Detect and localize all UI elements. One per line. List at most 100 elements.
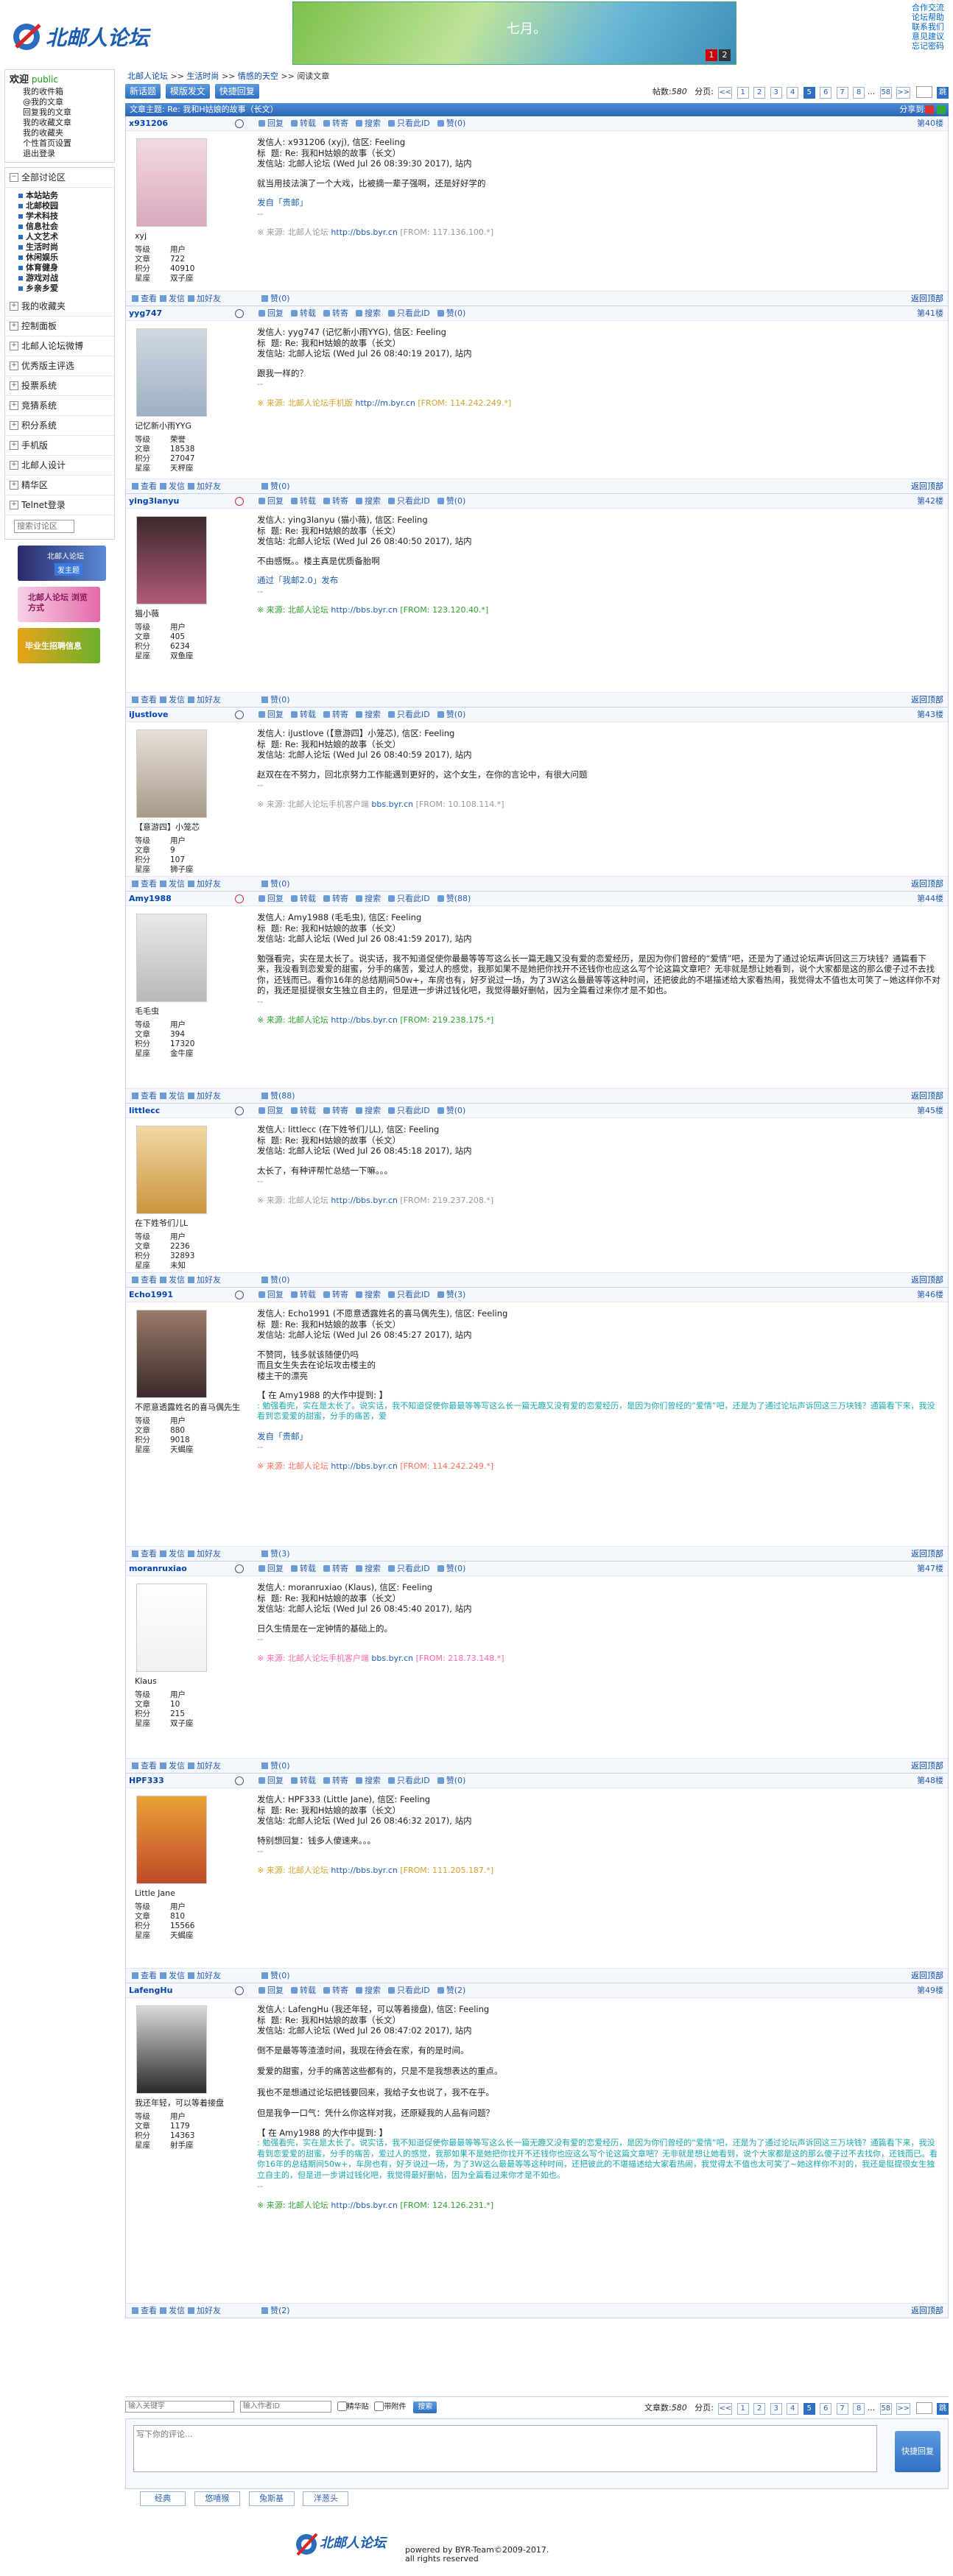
nav-mobile[interactable]: 手机版 bbox=[5, 436, 114, 456]
page-last[interactable]: >> bbox=[896, 87, 910, 99]
mail-forward-button[interactable]: 转寄 bbox=[323, 308, 348, 318]
nav-digest[interactable]: 精华区 bbox=[5, 476, 114, 495]
page-link[interactable]: 2 bbox=[753, 2403, 766, 2415]
page-link[interactable]: 58 bbox=[879, 87, 892, 99]
board-link[interactable]: 北邮校园 bbox=[5, 201, 114, 211]
nav-points[interactable]: 积分系统 bbox=[5, 416, 114, 436]
emoticon-tab[interactable]: 悠嘻猴 bbox=[194, 2491, 240, 2506]
search-button[interactable]: 搜索 bbox=[356, 496, 381, 506]
crumb-board[interactable]: 情感的天空 bbox=[238, 71, 278, 81]
reply-button[interactable]: 回复 bbox=[259, 496, 284, 506]
avatar[interactable] bbox=[136, 138, 207, 227]
site-logo[interactable]: 北邮人论坛 bbox=[10, 16, 150, 57]
template-post-button[interactable]: 模版发文 bbox=[165, 84, 210, 99]
mail-forward-button[interactable]: 转寄 bbox=[323, 119, 348, 128]
nav-moderator-vote[interactable]: 优秀版主评选 bbox=[5, 356, 114, 376]
top-link[interactable]: 论坛帮助 bbox=[912, 13, 952, 22]
nav-telnet[interactable]: Telnet登录 bbox=[5, 495, 114, 515]
post-author-id[interactable]: moranruxiao bbox=[129, 1562, 187, 1576]
forward-button[interactable]: 转载 bbox=[291, 308, 316, 318]
add-friend-button[interactable]: 加好友 bbox=[185, 2306, 221, 2315]
page-link[interactable]: 6 bbox=[820, 87, 832, 99]
wechat-share-icon[interactable] bbox=[937, 105, 946, 114]
only-this-id-button[interactable]: 只看此ID bbox=[388, 308, 430, 318]
source-link[interactable]: bbs.byr.cn bbox=[371, 800, 413, 809]
post-signature[interactable]: 通过「我邮2.0」发布 bbox=[257, 575, 942, 586]
avatar[interactable] bbox=[136, 2005, 207, 2094]
board-link[interactable]: 体育健身 bbox=[5, 263, 114, 273]
source-link[interactable]: http://bbs.byr.cn bbox=[331, 1015, 397, 1025]
nav-weibo[interactable]: 北邮人论坛微博 bbox=[5, 336, 114, 356]
post-author-id[interactable]: Echo1991 bbox=[129, 1288, 173, 1302]
back-to-top-link[interactable]: 返回顶部 bbox=[911, 877, 943, 892]
mail-forward-button[interactable]: 转寄 bbox=[323, 1106, 348, 1115]
send-mail-button[interactable]: 发信 bbox=[157, 2306, 185, 2315]
forward-button[interactable]: 转载 bbox=[291, 894, 316, 903]
source-link[interactable]: http://bbs.byr.cn bbox=[331, 1196, 397, 1205]
add-friend-button[interactable]: 加好友 bbox=[185, 695, 221, 705]
add-friend-button[interactable]: 加好友 bbox=[185, 1091, 221, 1101]
add-friend-button[interactable]: 加好友 bbox=[185, 1971, 221, 1980]
like-button[interactable]: 赞(2) bbox=[437, 1986, 465, 1995]
page-link[interactable]: 2 bbox=[753, 87, 766, 99]
view-profile-button[interactable]: 查看 bbox=[129, 2306, 157, 2315]
page-link[interactable]: 1 bbox=[736, 2403, 749, 2415]
post-author-id[interactable]: ying3lanyu bbox=[129, 494, 179, 509]
reply-button[interactable]: 回复 bbox=[259, 1290, 284, 1299]
only-this-id-button[interactable]: 只看此ID bbox=[388, 1564, 430, 1573]
banner-page-1[interactable]: 1 bbox=[706, 49, 717, 61]
view-profile-button[interactable]: 查看 bbox=[129, 294, 157, 303]
search-button[interactable]: 搜索 bbox=[356, 308, 381, 318]
reply-button[interactable]: 回复 bbox=[259, 894, 284, 903]
reply-button[interactable]: 回复 bbox=[259, 1106, 284, 1115]
view-profile-button[interactable]: 查看 bbox=[129, 1761, 157, 1771]
search-button[interactable]: 搜索 bbox=[356, 119, 381, 128]
search-button[interactable]: 搜索 bbox=[356, 1106, 381, 1115]
send-mail-button[interactable]: 发信 bbox=[157, 879, 185, 889]
back-to-top-link[interactable]: 返回顶部 bbox=[911, 693, 943, 707]
like-button[interactable]: 赞(0) bbox=[259, 1969, 290, 1983]
send-mail-button[interactable]: 发信 bbox=[157, 1549, 185, 1559]
back-to-top-link[interactable]: 返回顶部 bbox=[911, 1273, 943, 1288]
promo-browse[interactable]: 北邮人论坛 浏览方式 bbox=[18, 587, 100, 622]
page-first[interactable]: << bbox=[718, 2403, 733, 2415]
like-button[interactable]: 赞(2) bbox=[259, 2304, 290, 2318]
like-button[interactable]: 赞(0) bbox=[259, 1759, 290, 1774]
attachment-checkbox[interactable] bbox=[374, 2402, 384, 2411]
weibo-share-icon[interactable] bbox=[925, 105, 934, 114]
search-button[interactable]: 搜索 bbox=[356, 1776, 381, 1785]
author-input[interactable] bbox=[239, 2400, 331, 2413]
top-link[interactable]: 合作交流 bbox=[912, 3, 952, 13]
page-link[interactable]: 1 bbox=[736, 87, 749, 99]
only-this-id-button[interactable]: 只看此ID bbox=[388, 894, 430, 903]
new-topic-button[interactable]: 新话题 bbox=[125, 84, 161, 99]
mail-forward-button[interactable]: 转寄 bbox=[323, 710, 348, 719]
add-friend-button[interactable]: 加好友 bbox=[185, 879, 221, 889]
banner-page-2[interactable]: 2 bbox=[719, 49, 731, 61]
user-link[interactable]: 个性首页设置 bbox=[10, 138, 110, 149]
avatar[interactable] bbox=[136, 1310, 207, 1398]
nav-guess[interactable]: 竞猜系统 bbox=[5, 396, 114, 416]
page-current[interactable]: 5 bbox=[803, 2403, 815, 2415]
source-link[interactable]: http://bbs.byr.cn bbox=[331, 605, 397, 615]
mail-forward-button[interactable]: 转寄 bbox=[323, 496, 348, 506]
top-link[interactable]: 意见建议 bbox=[912, 32, 952, 41]
like-button[interactable]: 赞(0) bbox=[437, 1106, 465, 1115]
forward-button[interactable]: 转载 bbox=[291, 1290, 316, 1299]
nav-vote[interactable]: 投票系统 bbox=[5, 376, 114, 396]
back-to-top-link[interactable]: 返回顶部 bbox=[911, 479, 943, 494]
reply-textarea[interactable] bbox=[133, 2425, 877, 2472]
nav-design[interactable]: 北邮人设计 bbox=[5, 456, 114, 476]
page-first[interactable]: << bbox=[718, 87, 733, 99]
post-author-id[interactable]: x931206 bbox=[129, 116, 168, 131]
post-author-id[interactable]: yyg747 bbox=[129, 306, 162, 321]
reply-button[interactable]: 回复 bbox=[259, 1776, 284, 1785]
post-signature[interactable]: 发自「贵邮」 bbox=[257, 197, 942, 208]
promo-post[interactable]: 北邮人论坛 发主题 bbox=[18, 546, 106, 581]
view-profile-button[interactable]: 查看 bbox=[129, 695, 157, 705]
search-button[interactable]: 搜索 bbox=[356, 1986, 381, 1995]
post-author-id[interactable]: littlecc bbox=[129, 1104, 160, 1118]
back-to-top-link[interactable]: 返回顶部 bbox=[911, 1089, 943, 1104]
nav-all-boards[interactable]: 全部讨论区 bbox=[5, 168, 114, 188]
send-mail-button[interactable]: 发信 bbox=[157, 1761, 185, 1771]
